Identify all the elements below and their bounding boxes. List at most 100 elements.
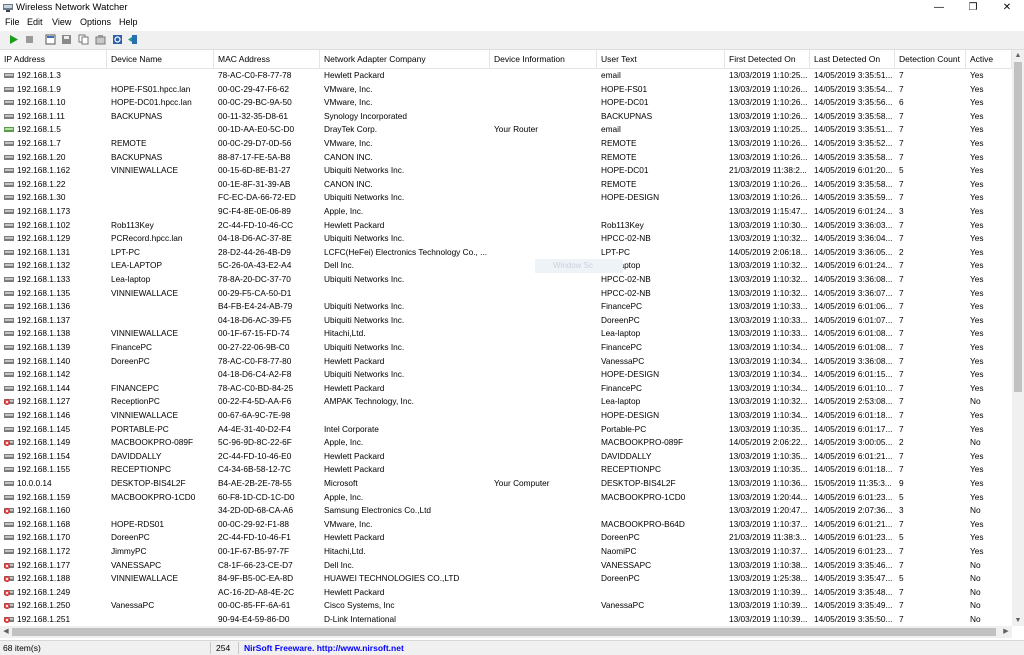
cell-device-name: VINNIEWALLACE bbox=[111, 573, 179, 584]
table-row[interactable]: 192.168.1.136 B4-FB-E4-24-AB-79 Ubiquiti N… bbox=[0, 300, 1012, 314]
table-row[interactable]: 192.168.1.173 9C-F4-8E-0E-06-89 Apple, Inc… bbox=[0, 205, 1012, 219]
cell-ip: 192.168.1.3 bbox=[17, 70, 61, 80]
table-row[interactable]: 192.168.1.7 REMOTE 00-0C-29-D7-0D-56 VMware… bbox=[0, 137, 1012, 151]
cell-detection-count: 5 bbox=[899, 532, 904, 543]
table-row[interactable]: 192.168.1.131 LPT-PC 28-D2-44-26-4B-D9 LCFC… bbox=[0, 246, 1012, 260]
nirsoft-link[interactable]: NirSoft Freeware. http://www.nirsoft.net bbox=[244, 642, 404, 654]
cell-active: Yes bbox=[970, 83, 984, 94]
cell-device-info bbox=[494, 273, 597, 287]
html-report-icon[interactable] bbox=[45, 34, 56, 45]
table-row[interactable]: 192.168.1.138 VINNIEWALLACE 00-1F-67-15-FD… bbox=[0, 327, 1012, 341]
table-row[interactable]: 192.168.1.168 HOPE-RDS01 00-0C-29-92-F1-88… bbox=[0, 518, 1012, 532]
properties-icon[interactable] bbox=[95, 34, 106, 45]
table-row[interactable]: 192.168.1.142 04-18-D6-C4-A2-F8 Ubiquiti N… bbox=[0, 368, 1012, 382]
table-row[interactable]: 192.168.1.132 LEA-LAPTOP 5C-26-0A-43-E2-A4… bbox=[0, 259, 1012, 273]
inactive-device-icon bbox=[4, 617, 14, 623]
table-row[interactable]: 192.168.1.20 BACKUPNAS 88-87-17-FE-5A-B8 CA… bbox=[0, 151, 1012, 165]
cell-device-info bbox=[494, 545, 597, 559]
col-user-text[interactable]: User Text bbox=[597, 50, 725, 68]
cell-mac: 88-87-17-FE-5A-B8 bbox=[218, 151, 291, 162]
exit-icon[interactable] bbox=[127, 34, 138, 45]
cell-ip: 192.168.1.170 bbox=[17, 532, 71, 543]
col-active[interactable]: Active bbox=[966, 50, 1012, 68]
col-last-detected[interactable]: Last Detected On bbox=[810, 50, 895, 68]
menu-view[interactable]: View bbox=[52, 17, 71, 27]
menu-help[interactable]: Help bbox=[119, 17, 138, 27]
col-device-information[interactable]: Device Information bbox=[490, 50, 597, 68]
table-row[interactable]: 192.168.1.135 VINNIEWALLACE 00-29-F5-CA-50… bbox=[0, 287, 1012, 301]
table-row[interactable]: 192.168.1.149 MACBOOKPRO-089F 5C-96-9D-8C-… bbox=[0, 436, 1012, 450]
table-row[interactable]: 192.168.1.145 PORTABLE-PC A4-4E-31-40-D2-F… bbox=[0, 423, 1012, 437]
cell-first-detected: 13/03/2019 1:10:37... bbox=[729, 546, 808, 556]
save-icon[interactable] bbox=[61, 34, 72, 45]
col-mac-address[interactable]: MAC Address bbox=[214, 50, 320, 68]
scroll-down-icon[interactable]: ▼ bbox=[1012, 615, 1024, 626]
table-row[interactable]: 192.168.1.129 PCRecord.hpcc.lan 04-18-D6-A… bbox=[0, 232, 1012, 246]
col-first-detected[interactable]: First Detected On bbox=[725, 50, 810, 68]
table-row[interactable]: 192.168.1.127 ReceptionPC 00-22-F4-5D-AA-F… bbox=[0, 395, 1012, 409]
col-adapter-company[interactable]: Network Adapter Company bbox=[320, 50, 490, 68]
table-row[interactable]: 192.168.1.139 FinancePC 00-27-22-06-9B-C0 U… bbox=[0, 341, 1012, 355]
table-row[interactable]: 10.0.0.14 DESKTOP-BIS4L2F B4-AE-2B-2E-78-5… bbox=[0, 477, 1012, 491]
cell-ip: 192.168.1.160 bbox=[17, 505, 71, 516]
table-row[interactable]: 192.168.1.170 DoreenPC 2C-44-FD-10-46-F1 He… bbox=[0, 531, 1012, 545]
table-row[interactable]: 192.168.1.9 HOPE-FS01.hpcc.lan 00-0C-29-47… bbox=[0, 83, 1012, 97]
horizontal-scrollbar[interactable]: ◀ ▶ bbox=[0, 626, 1012, 638]
cell-ip: 192.168.1.9 bbox=[17, 83, 61, 94]
refresh-icon[interactable] bbox=[112, 34, 123, 45]
stop-icon[interactable] bbox=[24, 34, 35, 45]
col-ip-address[interactable]: IP Address bbox=[0, 50, 107, 68]
cell-first-detected: 13/03/2019 1:10:32... bbox=[729, 260, 808, 271]
horizontal-scroll-thumb[interactable] bbox=[12, 628, 996, 636]
table-row[interactable]: 192.168.1.10 HOPE-DC01.hpcc.lan 00-0C-29-B… bbox=[0, 96, 1012, 110]
cell-company: Apple, Inc. bbox=[324, 206, 364, 216]
table-row[interactable]: 192.168.1.140 DoreenPC 78-AC-C0-F8-77-80 He… bbox=[0, 355, 1012, 369]
scroll-left-icon[interactable]: ◀ bbox=[0, 626, 12, 637]
table-row[interactable]: 192.168.1.133 Lea-laptop 78-8A-20-DC-37-70… bbox=[0, 273, 1012, 287]
col-device-name[interactable]: Device Name bbox=[107, 50, 214, 68]
cell-first-detected: 13/03/2019 1:10:35... bbox=[729, 423, 808, 434]
close-button[interactable]: ✕ bbox=[990, 0, 1024, 16]
cell-detection-count: 7 bbox=[899, 151, 904, 162]
minimize-button[interactable]: — bbox=[922, 0, 956, 16]
menu-edit[interactable]: Edit bbox=[27, 17, 43, 27]
table-row[interactable]: 192.168.1.137 04-18-D6-AC-39-F5 Ubiquiti N… bbox=[0, 314, 1012, 328]
table-row[interactable]: 192.168.1.160 34-2D-0D-68-CA-A6 Samsung El… bbox=[0, 504, 1012, 518]
table-row[interactable]: 192.168.1.5 00-1D-AA-E0-5C-D0 DrayTek Corp… bbox=[0, 123, 1012, 137]
cell-user-text: email bbox=[601, 124, 621, 135]
cell-active: Yes bbox=[970, 546, 984, 556]
copy-icon[interactable] bbox=[78, 34, 89, 45]
table-row[interactable]: 192.168.1.251 90-94-E4-59-86-D0 D-Link Int… bbox=[0, 613, 1012, 624]
table-row[interactable]: 192.168.1.155 RECEPTIONPC C4-34-6B-58-12-7… bbox=[0, 463, 1012, 477]
table-row[interactable]: 192.168.1.102 Rob113Key 2C-44-FD-10-46-CC H… bbox=[0, 219, 1012, 233]
table-row[interactable]: 192.168.1.154 DAVIDDALLY 2C-44-FD-10-46-E0… bbox=[0, 450, 1012, 464]
vertical-scrollbar[interactable]: ▲ ▼ bbox=[1012, 50, 1024, 626]
table-row[interactable]: 192.168.1.3 78-AC-C0-F8-77-78 Hewlett Pack… bbox=[0, 69, 1012, 83]
table-row[interactable]: 192.168.1.146 VINNIEWALLACE 00-67-6A-9C-7E… bbox=[0, 409, 1012, 423]
table-row[interactable]: 192.168.1.177 VANESSAPC C8-1F-66-23-CE-D7 D… bbox=[0, 559, 1012, 573]
cell-active: Yes bbox=[970, 110, 984, 121]
table-row[interactable]: 192.168.1.188 VINNIEWALLACE 84-9F-B5-0C-EA… bbox=[0, 572, 1012, 586]
cell-company: HUAWEI TECHNOLOGIES CO.,LTD bbox=[324, 573, 460, 584]
vertical-scroll-thumb[interactable] bbox=[1014, 62, 1022, 392]
cell-first-detected: 13/03/2019 1:10:26... bbox=[729, 97, 808, 108]
scroll-up-icon[interactable]: ▲ bbox=[1012, 50, 1024, 61]
table-row[interactable]: 192.168.1.172 JimmyPC 00-1F-67-B5-97-7F Hit… bbox=[0, 545, 1012, 559]
cell-company: VMware, Inc. bbox=[324, 518, 373, 529]
table-row[interactable]: 192.168.1.11 BACKUPNAS 00-11-32-35-D8-61 Sy… bbox=[0, 110, 1012, 124]
cell-ip: 192.168.1.136 bbox=[17, 301, 71, 312]
scroll-right-icon[interactable]: ▶ bbox=[1000, 626, 1012, 637]
table-row[interactable]: 192.168.1.162 VINNIEWALLACE 00-15-6D-8E-B1… bbox=[0, 164, 1012, 178]
table-row[interactable]: 192.168.1.22 00-1E-8F-31-39-AB CANON INC. R… bbox=[0, 178, 1012, 192]
table-row[interactable]: 192.168.1.249 AC-16-2D-A8-4E-2C Hewlett Pa… bbox=[0, 586, 1012, 600]
table-row[interactable]: 192.168.1.159 MACBOOKPRO-1CD0 60-F8-1D-CD-… bbox=[0, 491, 1012, 505]
col-detection-count[interactable]: Detection Count bbox=[895, 50, 966, 68]
table-row[interactable]: 192.168.1.30 FC-EC-DA-66-72-ED Ubiquiti Ne… bbox=[0, 191, 1012, 205]
table-row[interactable]: 192.168.1.144 FINANCEPC 78-AC-C0-BD-84-25 H… bbox=[0, 382, 1012, 396]
maximize-button[interactable]: ❐ bbox=[956, 0, 990, 16]
menu-file[interactable]: File bbox=[5, 17, 20, 27]
menu-options[interactable]: Options bbox=[80, 17, 111, 27]
table-row[interactable]: 192.168.1.250 VanessaPC 00-0C-85-FF-6A-61 C… bbox=[0, 599, 1012, 613]
play-icon[interactable] bbox=[8, 34, 19, 45]
cell-device-name: HOPE-DC01.hpcc.lan bbox=[111, 97, 192, 108]
